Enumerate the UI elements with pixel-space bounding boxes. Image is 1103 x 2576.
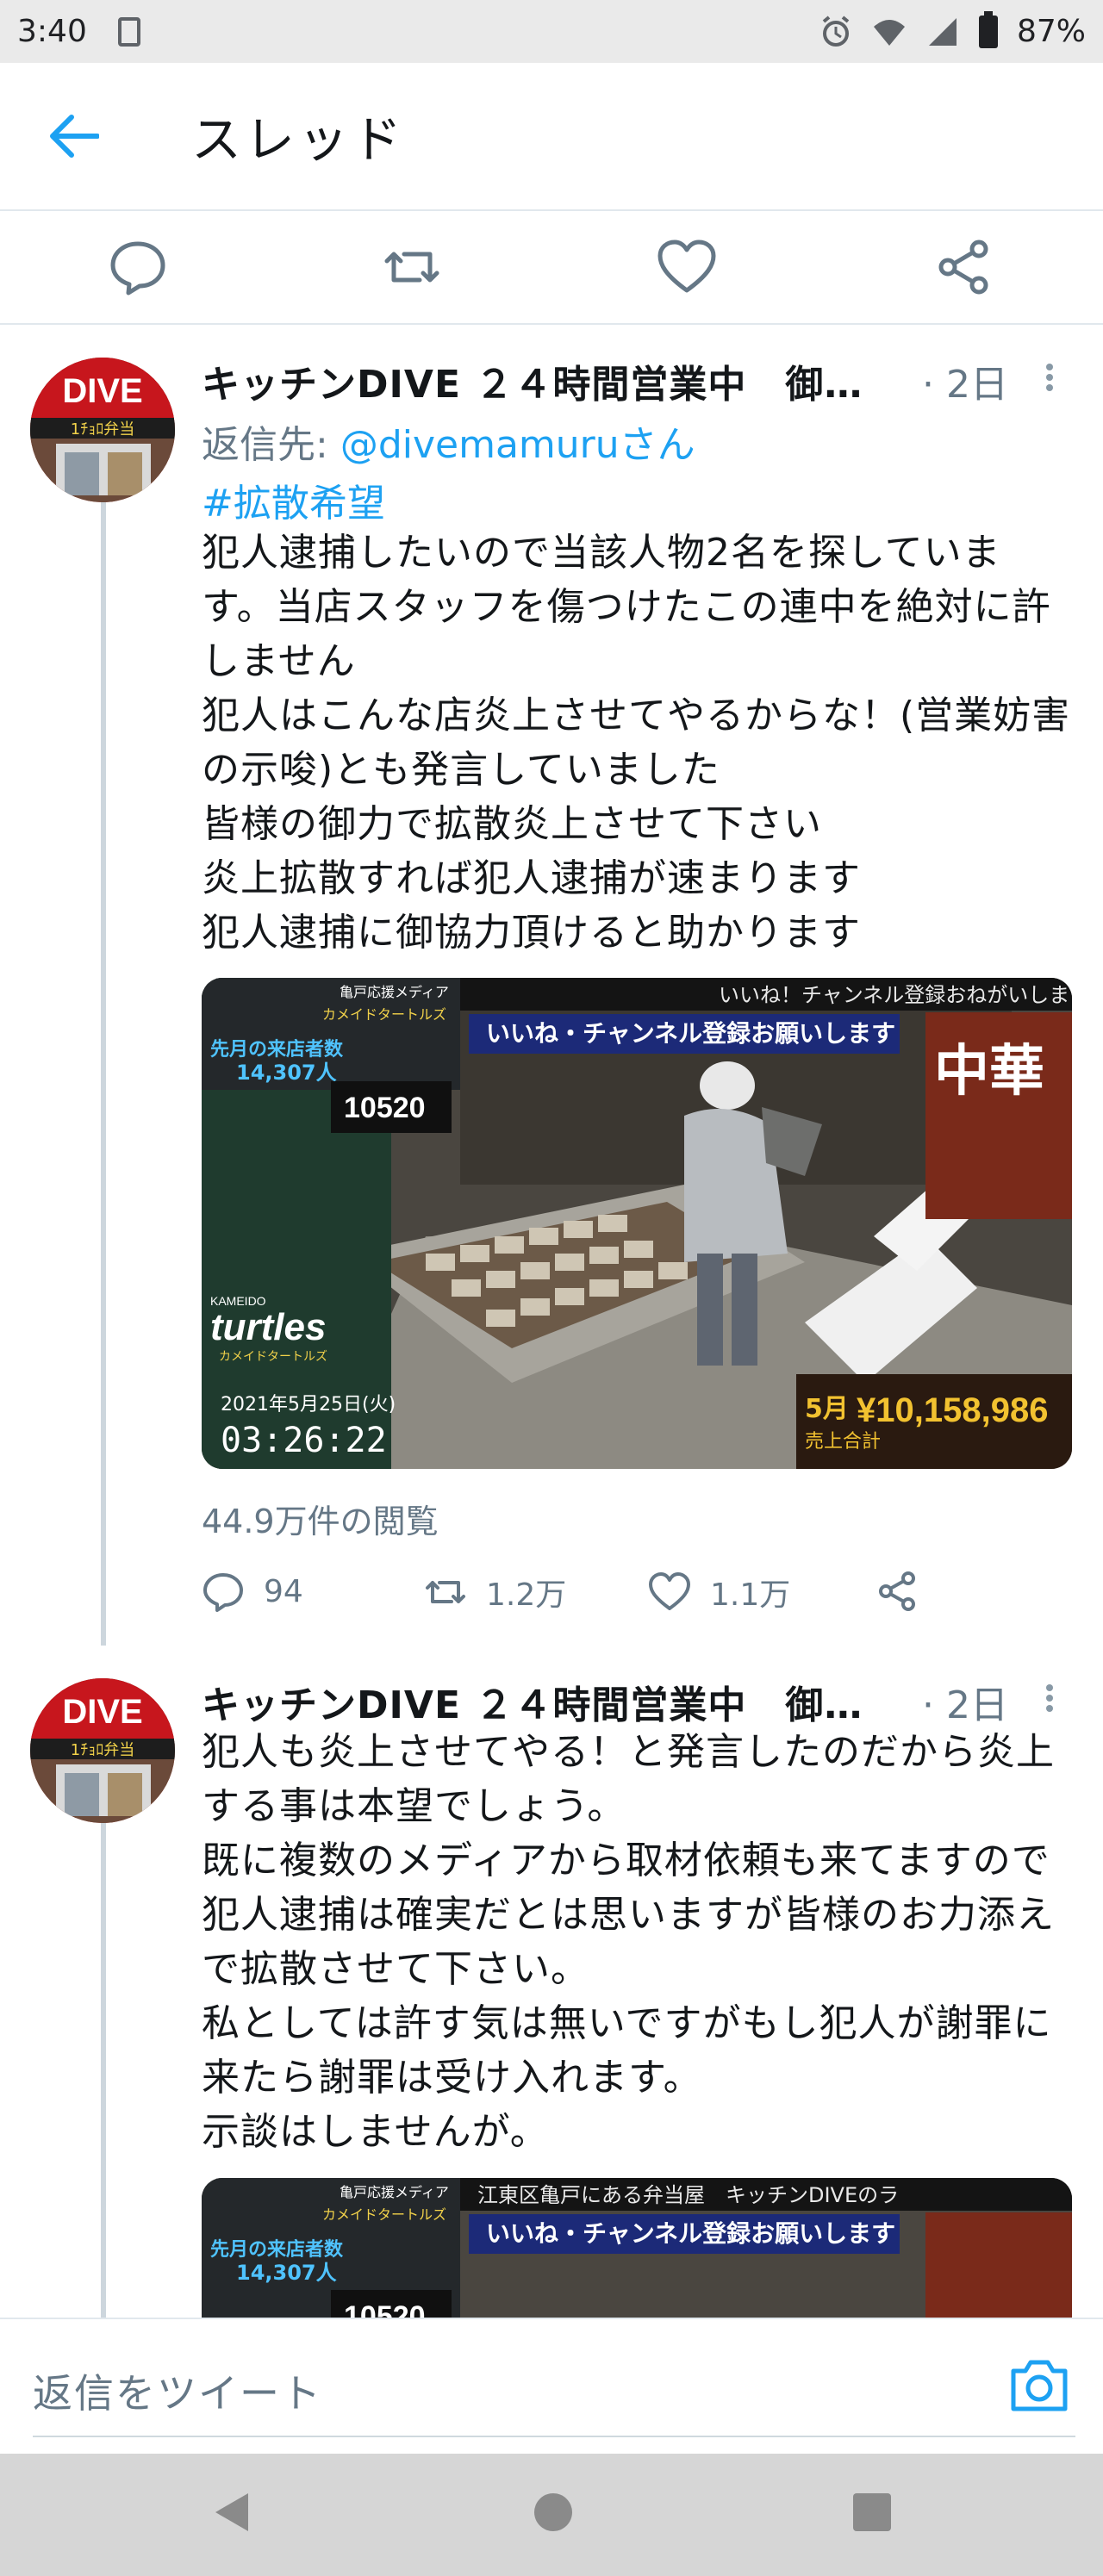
like-count: 1.1万 xyxy=(710,1577,791,1613)
retweet-icon[interactable] xyxy=(382,237,442,297)
clipboard-icon xyxy=(117,16,140,47)
battery-level: 87% xyxy=(1016,14,1086,49)
app-header: スレッド xyxy=(0,63,1103,209)
battery-icon xyxy=(978,10,998,48)
visitors-label: 先月の来店者数 xyxy=(210,2238,344,2261)
signal-icon xyxy=(928,17,957,46)
nav-home-icon[interactable] xyxy=(527,2486,579,2538)
sales-month: 5月 xyxy=(805,1394,849,1424)
media-top-panel: 亀戸応援メディア xyxy=(340,984,449,1000)
reply-to: 返信先: @divemamuruさん xyxy=(202,414,695,469)
thread-line-2 xyxy=(101,1822,106,2322)
media-banner-2: いいね・チャンネル登録お願いします xyxy=(486,2219,895,2248)
media-top-panel-2: カメイドタートルズ xyxy=(322,2206,446,2223)
back-arrow-icon[interactable] xyxy=(47,112,99,160)
reply-bar: 返信をツイート xyxy=(0,2318,1103,2447)
nav-back-icon[interactable] xyxy=(207,2486,259,2538)
media-top-panel: 亀戸応援メディア xyxy=(340,2184,449,2200)
avatar-sign: DIVE xyxy=(62,372,142,410)
visitors-value: 14,307人 xyxy=(236,1061,337,1085)
reply-to-label: 返信先: xyxy=(202,423,340,467)
like-icon xyxy=(649,1572,690,1610)
visitors-label: 先月の来店者数 xyxy=(210,1038,344,1061)
retweet-action[interactable]: 1.2万 xyxy=(424,1570,566,1615)
media-top-panel-2: カメイドタートルズ xyxy=(322,1006,446,1023)
like-action[interactable]: 1.1万 xyxy=(648,1570,790,1615)
brand-sub: カメイドタートルズ xyxy=(219,1350,327,1364)
media-banner: 江東区亀戸にある弁当屋 キッチンDIVEのラ xyxy=(477,2183,899,2207)
sales-label: 売上合計 xyxy=(805,1431,881,1453)
thread-action-bar xyxy=(0,211,1103,323)
status-time: 3:40 xyxy=(17,14,87,49)
share-icon xyxy=(879,1571,915,1611)
avatar[interactable]: DIVE 1ﾁｮﾛ弁当 xyxy=(30,1678,175,1823)
tweet-time: · 2日 xyxy=(922,1683,1008,1727)
status-bar: 3:40 87% xyxy=(0,0,1103,63)
page-title: スレッド xyxy=(191,110,406,169)
system-nav-bar xyxy=(0,2454,1103,2576)
retweet-count: 1.2万 xyxy=(486,1577,567,1613)
tweet-body: 犯人も炎上させてやる！と発言したのだから炎上する事は本望でしょう。 既に複数のメ… xyxy=(202,1730,1055,2154)
media-clock: 03:26:22 xyxy=(221,1421,387,1460)
tweet-time: · 2日 xyxy=(922,363,1008,407)
alarm-icon xyxy=(822,15,850,47)
camera-icon[interactable] xyxy=(1008,2355,1070,2414)
retweet-icon xyxy=(426,1581,465,1603)
reply-to-handle[interactable]: @divemamuruさん xyxy=(340,423,695,467)
brand: turtles xyxy=(210,1306,326,1348)
tweet-author[interactable]: キッチンDIVE ２４時間営業中 御… xyxy=(202,353,891,408)
sales-value: ¥10,158,986 xyxy=(857,1391,1048,1429)
action-divider xyxy=(0,323,1103,325)
nav-recents-icon[interactable] xyxy=(846,2486,898,2538)
like-icon[interactable] xyxy=(657,237,717,297)
reply-count: 94 xyxy=(264,1573,303,1609)
avatar-sub: 1ﾁｮﾛ弁当 xyxy=(71,1741,134,1759)
more-options-icon[interactable] xyxy=(1041,360,1058,403)
media-banner: いいね！チャンネル登録おねがいします！ xyxy=(719,983,1072,1007)
avatar[interactable]: DIVE 1ﾁｮﾛ弁当 xyxy=(30,358,175,502)
reply-input[interactable]: 返信をツイート xyxy=(33,2362,322,2419)
media-chinese-sign: 中華 xyxy=(934,1039,1044,1104)
thread-line xyxy=(101,500,106,1646)
visitors-value: 14,307人 xyxy=(236,2261,337,2285)
counter: 10520 xyxy=(344,1092,426,1124)
view-count: 44.9万件の閲覧 xyxy=(202,1503,439,1540)
share-icon[interactable] xyxy=(934,237,994,297)
tweet-author[interactable]: キッチンDIVE ２４時間営業中 御… xyxy=(202,1674,891,1729)
hashtag-link[interactable]: #拡散希望 xyxy=(202,472,385,527)
more-options-icon[interactable] xyxy=(1041,1681,1058,1724)
wifi-icon xyxy=(873,19,905,46)
tweet-actions: 94 1.2万 1.1万 xyxy=(202,1570,1072,1621)
status-icons: 87% xyxy=(819,10,1086,49)
tweet-media[interactable]: いいね！チャンネル登録おねがいします！ いいね・チャンネル登録お願いします 亀戸… xyxy=(202,978,1072,1469)
reply-underline xyxy=(33,2436,1075,2437)
avatar-sub: 1ﾁｮﾛ弁当 xyxy=(71,420,134,439)
reply-icon[interactable] xyxy=(108,237,168,297)
media-date: 2021年5月25日(火) xyxy=(221,1394,396,1416)
share-action[interactable] xyxy=(876,1570,919,1613)
tweet-body: 犯人逮捕したいので当該人物2名を探しています。当店スタッフを傷つけたこの連中を絶… xyxy=(202,531,1071,955)
reply-icon xyxy=(203,1573,243,1612)
media-banner-2: いいね・チャンネル登録お願いします xyxy=(486,1019,895,1048)
reply-action[interactable]: 94 xyxy=(202,1570,303,1613)
avatar-sign: DIVE xyxy=(62,1693,142,1731)
